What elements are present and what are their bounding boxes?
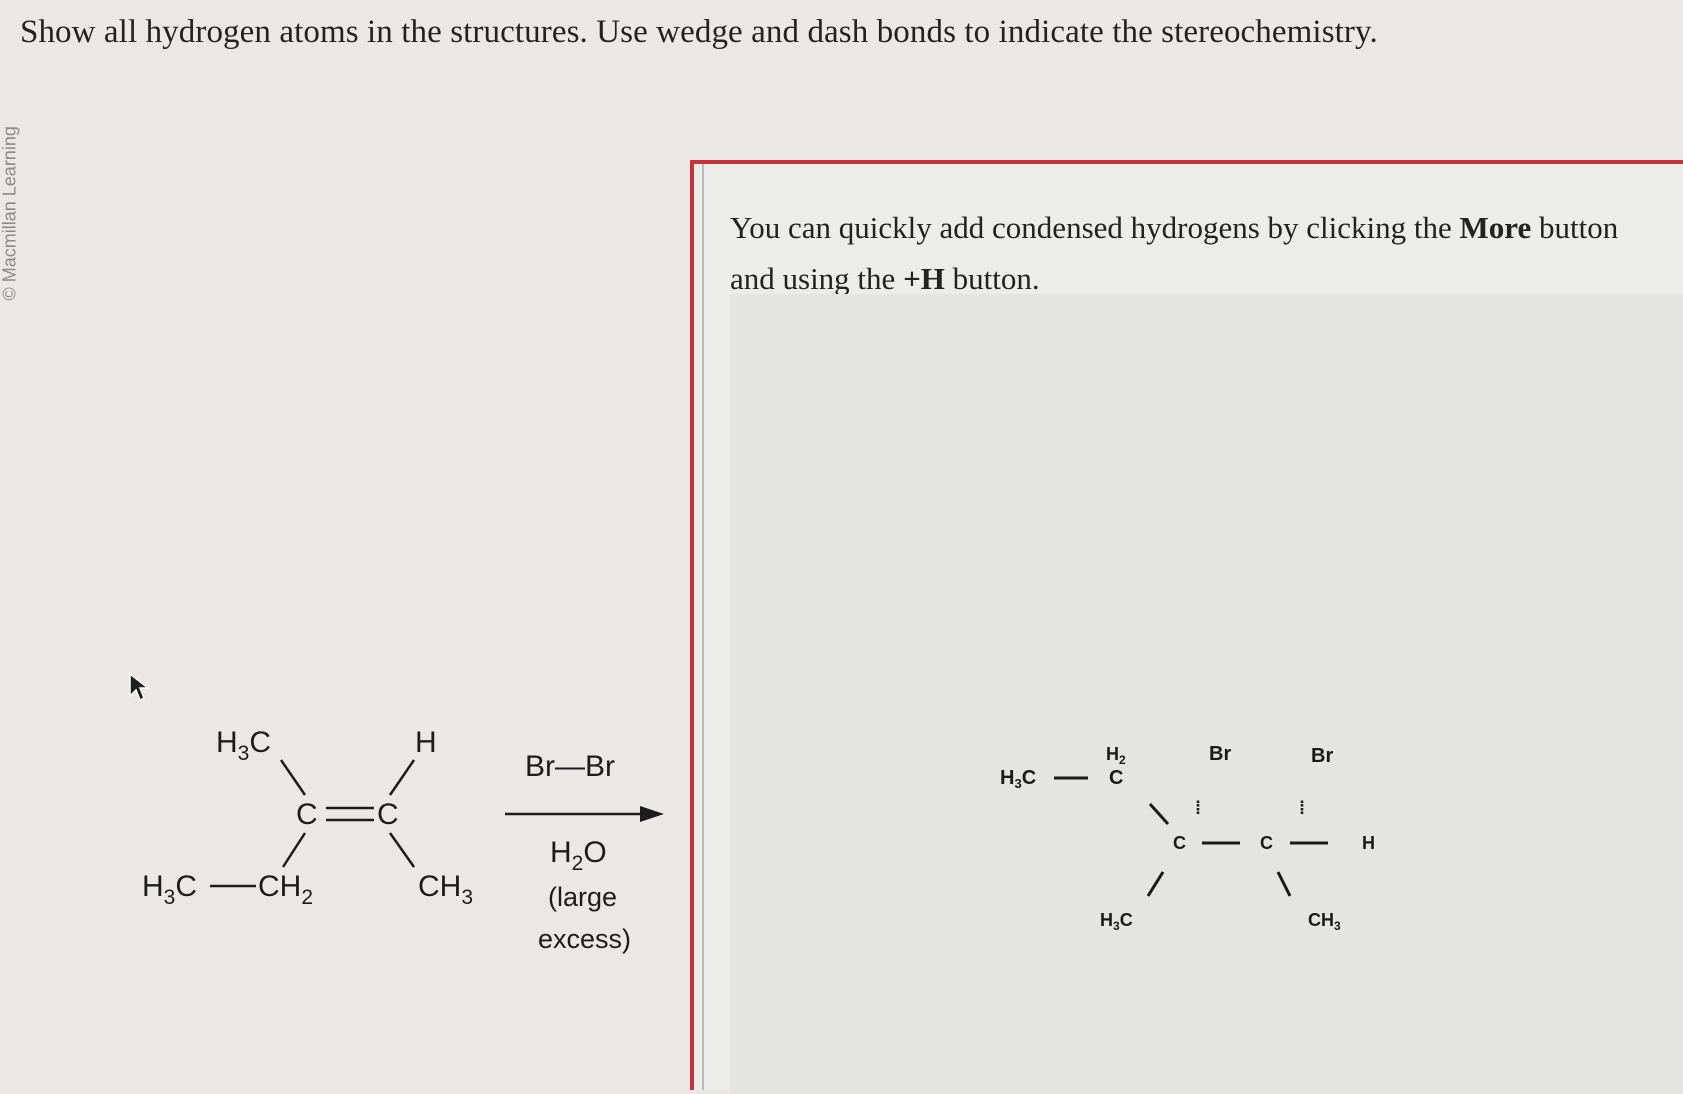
product-structure[interactable]: H3C H2 C Br ⁞ Br ⁞ C C H H3C CH3 (730, 294, 1683, 1094)
reagent-bromine: Br—Br (525, 750, 615, 783)
hint-line2a: and using the (730, 261, 904, 296)
reactant-ethyl-methyl: H3C (142, 870, 197, 909)
reagent-water: H2O (550, 836, 607, 875)
hint-more: More (1459, 210, 1532, 245)
product-methyl-bottom-right[interactable]: CH3 (1308, 910, 1341, 933)
hint-line2b: button. (944, 261, 1040, 296)
drawing-canvas[interactable]: H3C H2 C Br ⁞ Br ⁞ C C H H3C CH3 (730, 294, 1683, 1094)
product-dash-bond-1: ⁞ (1195, 798, 1201, 818)
reaction-arrow-head (640, 806, 664, 822)
hint-text: You can quickly add condensed hydrogens … (730, 202, 1683, 304)
product-carbon-1[interactable]: C (1173, 833, 1186, 853)
product-bromine-2[interactable]: Br (1311, 745, 1333, 767)
reagent-large: (large (548, 882, 617, 912)
hint-part2: button (1531, 210, 1619, 245)
product-carbon-2[interactable]: C (1260, 833, 1273, 853)
hint-plus-h: +H (903, 261, 945, 296)
product-h2-label[interactable]: H2 (1106, 744, 1126, 767)
reactant-methyl-top: H3C (216, 726, 271, 765)
product-bond-c1-methyl (1146, 871, 1165, 897)
product-methyl-left[interactable]: H3C (1000, 767, 1036, 791)
reaction-scheme: H3C H C C H3C CH2 CH3 Br—Br H2O (large e… (142, 726, 664, 954)
bond-h-top (388, 759, 416, 796)
answer-panel: You can quickly add condensed hydrogens … (690, 160, 1683, 1094)
reactant-methyl-bottom: CH3 (418, 870, 473, 909)
panel-divider (702, 164, 704, 1090)
bond-ethyl (281, 832, 307, 868)
bond-methyl-top (279, 759, 307, 796)
product-hydrogen[interactable]: H (1362, 833, 1375, 853)
product-bromine-1[interactable]: Br (1209, 743, 1231, 765)
bond-methyl-bottom (388, 832, 416, 868)
hint-part1: You can quickly add condensed hydrogens … (730, 210, 1460, 245)
mouse-pointer-icon (129, 672, 150, 702)
reactant-carbon-right: C (377, 798, 399, 831)
reactant-ethyl-ch2: CH2 (258, 870, 313, 909)
product-ch2-carbon[interactable]: C (1109, 767, 1123, 789)
product-bond-c2-methyl (1276, 871, 1292, 897)
product-bond-ch2-c1 (1148, 802, 1170, 826)
reagent-excess: excess) (538, 924, 631, 954)
reactant-carbon-left: C (296, 798, 318, 831)
product-methyl-bottom-left[interactable]: H3C (1100, 910, 1133, 933)
product-dash-bond-2: ⁞ (1299, 798, 1305, 818)
reactant-hydrogen-top: H (415, 726, 437, 759)
